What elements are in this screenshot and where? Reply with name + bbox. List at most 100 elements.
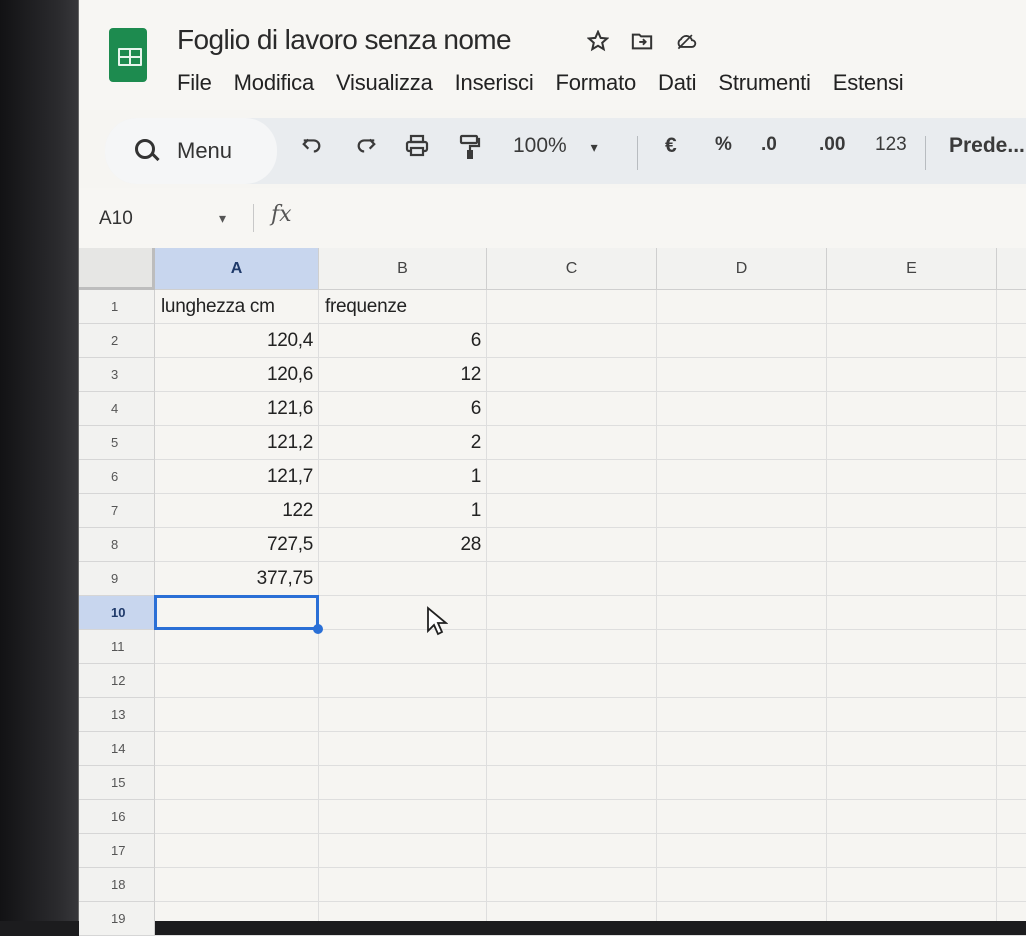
cell-a17[interactable] — [155, 834, 319, 867]
cell-a6[interactable]: 121,7 — [155, 460, 319, 493]
cell-a13[interactable] — [155, 698, 319, 731]
column-header-d[interactable]: D — [657, 248, 827, 290]
table-row — [155, 698, 1026, 732]
print-icon[interactable] — [405, 134, 429, 164]
name-box-dropdown-icon[interactable]: ▾ — [219, 210, 226, 227]
cell-a19[interactable] — [155, 902, 319, 935]
cell-a12[interactable] — [155, 664, 319, 697]
cell-b15[interactable] — [319, 766, 487, 799]
redo-icon[interactable] — [355, 134, 377, 162]
row-header-16[interactable]: 16 — [79, 800, 155, 834]
menu-modifica[interactable]: Modifica — [234, 70, 315, 96]
cell-a16[interactable] — [155, 800, 319, 833]
cell-b13[interactable] — [319, 698, 487, 731]
cell-a1[interactable]: lunghezza cm — [155, 290, 319, 323]
row-header-13[interactable]: 13 — [79, 698, 155, 732]
cell-a3[interactable]: 120,6 — [155, 358, 319, 391]
row-header-5[interactable]: 5 — [79, 426, 155, 460]
percent-format-button[interactable]: % — [715, 134, 732, 156]
cell-b19[interactable] — [319, 902, 487, 935]
cell-a4[interactable]: 121,6 — [155, 392, 319, 425]
table-row — [155, 834, 1026, 868]
row-header-9[interactable]: 9 — [79, 562, 155, 596]
table-row: 377,75 — [155, 562, 1026, 596]
menu-inserisci[interactable]: Inserisci — [455, 70, 534, 96]
cell-b10[interactable] — [319, 596, 487, 629]
paint-format-icon[interactable] — [459, 134, 481, 166]
cloud-status-icon[interactable] — [675, 30, 697, 52]
column-header-next[interactable] — [997, 248, 1026, 290]
cell-a8[interactable]: 727,5 — [155, 528, 319, 561]
cell-b8[interactable]: 28 — [319, 528, 487, 561]
row-header-6[interactable]: 6 — [79, 460, 155, 494]
row-header-4[interactable]: 4 — [79, 392, 155, 426]
column-header-c[interactable]: C — [487, 248, 657, 290]
name-box[interactable]: A10 — [99, 208, 133, 230]
cell-b12[interactable] — [319, 664, 487, 697]
star-icon[interactable] — [587, 30, 609, 52]
decrease-decimals-button[interactable]: .0 — [761, 134, 777, 156]
cell-b17[interactable] — [319, 834, 487, 867]
row-header-11[interactable]: 11 — [79, 630, 155, 664]
row-header-2[interactable]: 2 — [79, 324, 155, 358]
cell-b14[interactable] — [319, 732, 487, 765]
row-header-15[interactable]: 15 — [79, 766, 155, 800]
cell-b4[interactable]: 6 — [319, 392, 487, 425]
cell-b18[interactable] — [319, 868, 487, 901]
row-header-12[interactable]: 12 — [79, 664, 155, 698]
cell-b1[interactable]: frequenze — [319, 290, 487, 323]
move-to-folder-icon[interactable] — [631, 30, 653, 52]
cell-a15[interactable] — [155, 766, 319, 799]
row-header-14[interactable]: 14 — [79, 732, 155, 766]
table-row: 727,5 28 — [155, 528, 1026, 562]
cell-b5[interactable]: 2 — [319, 426, 487, 459]
cell-b9[interactable] — [319, 562, 487, 595]
row-header-19[interactable]: 19 — [79, 902, 155, 936]
menu-dati[interactable]: Dati — [658, 70, 697, 96]
cell-a14[interactable] — [155, 732, 319, 765]
number-format-button[interactable]: 123 — [875, 134, 907, 156]
header: Foglio di lavoro senza nome File Modific… — [79, 0, 1026, 110]
spreadsheet-grid[interactable]: A B C D E 1 lunghezza cm frequenze 2 120,4 6 3 120,6… — [79, 248, 1026, 936]
increase-decimals-button[interactable]: .00 — [819, 134, 845, 156]
row-header-17[interactable]: 17 — [79, 834, 155, 868]
select-all-corner[interactable] — [79, 248, 155, 290]
cell-a2[interactable]: 120,4 — [155, 324, 319, 357]
sheets-logo-icon[interactable] — [109, 28, 147, 82]
cell-b2[interactable]: 6 — [319, 324, 487, 357]
table-row — [155, 766, 1026, 800]
cell-b7[interactable]: 1 — [319, 494, 487, 527]
document-title[interactable]: Foglio di lavoro senza nome — [177, 24, 512, 56]
row-header-1[interactable]: 1 — [79, 290, 155, 324]
column-header-b[interactable]: B — [319, 248, 487, 290]
row-header-7[interactable]: 7 — [79, 494, 155, 528]
cell-b6[interactable]: 1 — [319, 460, 487, 493]
row-header-10[interactable]: 10 — [79, 596, 155, 630]
font-select[interactable]: Prede... — [949, 134, 1025, 158]
active-cell-outline[interactable] — [154, 595, 319, 630]
cell-a5[interactable]: 121,2 — [155, 426, 319, 459]
menu-formato[interactable]: Formato — [556, 70, 637, 96]
cell-a11[interactable] — [155, 630, 319, 663]
title-actions — [587, 30, 697, 52]
menu-strumenti[interactable]: Strumenti — [718, 70, 811, 96]
cell-b3[interactable]: 12 — [319, 358, 487, 391]
row-header-18[interactable]: 18 — [79, 868, 155, 902]
column-header-a[interactable]: A — [155, 248, 319, 290]
menu-estensioni[interactable]: Estensi — [833, 70, 904, 96]
menu-search-button[interactable]: Menu — [105, 118, 277, 184]
currency-format-button[interactable]: € — [665, 134, 677, 158]
column-header-e[interactable]: E — [827, 248, 997, 290]
menu-file[interactable]: File — [177, 70, 212, 96]
row-header-8[interactable]: 8 — [79, 528, 155, 562]
cell-a7[interactable]: 122 — [155, 494, 319, 527]
cell-b16[interactable] — [319, 800, 487, 833]
zoom-select[interactable]: 100% ▾ — [513, 134, 598, 158]
cell-a9[interactable]: 377,75 — [155, 562, 319, 595]
menu-visualizza[interactable]: Visualizza — [336, 70, 433, 96]
row-header-3[interactable]: 3 — [79, 358, 155, 392]
undo-icon[interactable] — [301, 134, 323, 162]
cell-a18[interactable] — [155, 868, 319, 901]
toolbar-divider — [637, 136, 638, 170]
cell-b11[interactable] — [319, 630, 487, 663]
